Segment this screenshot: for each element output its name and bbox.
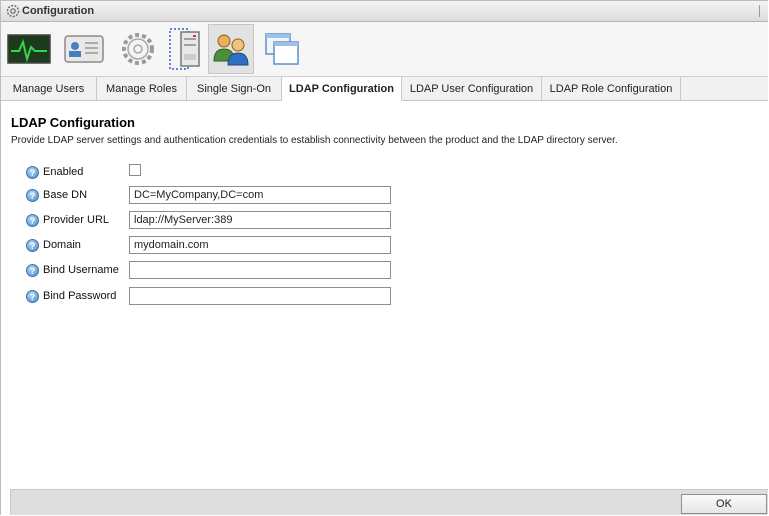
provider-url-input[interactable]: [129, 211, 391, 229]
help-icon[interactable]: ?: [26, 189, 39, 202]
window-title: Configuration: [22, 5, 95, 17]
id-card-icon: [64, 35, 104, 63]
toolbar: [1, 22, 768, 77]
toolbar-id-card-button[interactable]: [59, 24, 109, 74]
toolbar-windows-button[interactable]: [260, 24, 304, 74]
server-icon: [169, 28, 200, 70]
base-dn-input[interactable]: [129, 186, 391, 204]
monitor-icon: [7, 34, 51, 64]
ldap-configuration-panel: LDAP Configuration Provide LDAP server s…: [1, 101, 768, 489]
page-description: Provide LDAP server settings and authent…: [11, 135, 618, 146]
bind-username-input[interactable]: [129, 261, 391, 279]
toolbar-server-button[interactable]: [165, 24, 205, 74]
tab-ldap-configuration[interactable]: LDAP Configuration: [282, 77, 402, 101]
dialog-footer: OK: [10, 489, 768, 515]
help-icon[interactable]: ?: [26, 290, 39, 303]
domain-label: Domain: [43, 239, 81, 251]
gear-icon: [122, 33, 154, 65]
help-icon[interactable]: ?: [26, 166, 39, 179]
provider-url-label: Provider URL: [43, 214, 110, 226]
tab-bar: Manage Users Manage Roles Single Sign-On…: [1, 77, 768, 101]
enabled-checkbox[interactable]: [129, 164, 141, 176]
help-icon[interactable]: ?: [26, 239, 39, 252]
windows-icon: [265, 33, 299, 65]
help-icon[interactable]: ?: [26, 214, 39, 227]
tab-single-sign-on[interactable]: Single Sign-On: [187, 77, 282, 100]
enabled-label: Enabled: [43, 166, 84, 178]
tab-ldap-role-configuration[interactable]: LDAP Role Configuration: [542, 77, 681, 100]
domain-input[interactable]: [129, 236, 391, 254]
bind-password-label: Bind Password: [43, 290, 117, 302]
bind-password-input[interactable]: [129, 287, 391, 305]
page-title: LDAP Configuration: [11, 115, 135, 130]
base-dn-label: Base DN: [43, 189, 88, 201]
bind-username-label: Bind Username: [43, 264, 119, 276]
help-icon[interactable]: ?: [26, 264, 39, 277]
ok-button[interactable]: OK: [681, 494, 767, 514]
toolbar-users-button[interactable]: [208, 24, 254, 74]
window-close-icon[interactable]: [759, 5, 766, 17]
gear-icon: [6, 4, 20, 18]
tab-manage-users[interactable]: Manage Users: [1, 77, 97, 100]
tab-ldap-user-configuration[interactable]: LDAP User Configuration: [402, 77, 542, 100]
title-bar[interactable]: Configuration: [1, 1, 768, 22]
toolbar-gear-button[interactable]: [115, 24, 161, 74]
users-icon: [213, 34, 249, 66]
tab-manage-roles[interactable]: Manage Roles: [97, 77, 187, 100]
toolbar-monitor-button[interactable]: [5, 24, 53, 74]
